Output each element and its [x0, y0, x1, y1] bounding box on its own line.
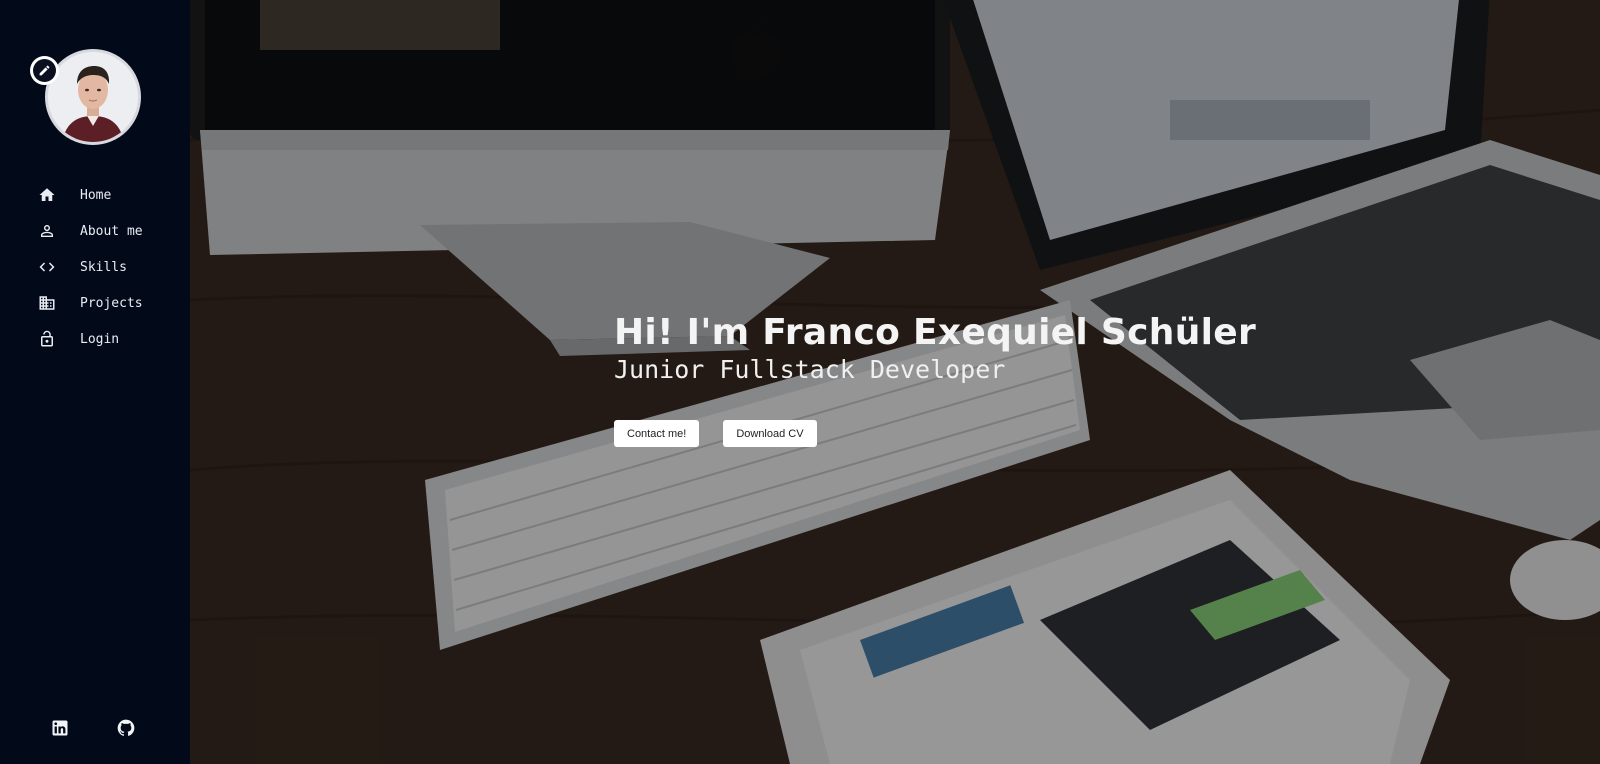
linkedin-icon: [52, 720, 68, 736]
hero-section: Hi! I'm Franco Exequiel Schüler Junior F…: [190, 0, 1600, 764]
github-link[interactable]: [116, 718, 136, 738]
edit-profile-button[interactable]: [30, 56, 59, 85]
download-cv-button[interactable]: Download CV: [723, 420, 817, 447]
code-icon: [38, 258, 56, 276]
home-icon: [38, 186, 56, 204]
hero-text: Hi! I'm Franco Exequiel Schüler Junior F…: [614, 312, 1256, 384]
nav-item-about-me[interactable]: About me: [0, 213, 190, 249]
hero-title: Hi! I'm Franco Exequiel Schüler: [614, 312, 1257, 353]
nav-label-login: Login: [80, 331, 120, 347]
nav-item-login[interactable]: Login: [0, 321, 190, 357]
building-icon: [38, 294, 56, 312]
sidebar: Home About me Skills Projects Login: [0, 0, 190, 764]
nav-label-skills: Skills: [80, 259, 127, 275]
hero-actions: Contact me! Download CV: [614, 420, 817, 447]
nav-label-about-me: About me: [80, 223, 143, 239]
contact-me-button[interactable]: Contact me!: [614, 420, 700, 447]
social-links: [0, 718, 190, 742]
hero-subtitle: Junior Fullstack Developer: [614, 355, 1006, 384]
pencil-icon: [39, 65, 50, 76]
linkedin-link[interactable]: [50, 718, 70, 738]
person-icon: [38, 222, 56, 240]
sidebar-nav: Home About me Skills Projects Login: [0, 177, 190, 357]
nav-item-home[interactable]: Home: [0, 177, 190, 213]
nav-item-projects[interactable]: Projects: [0, 285, 190, 321]
github-icon: [117, 719, 135, 736]
nav-label-projects: Projects: [80, 295, 143, 311]
avatar: [45, 49, 141, 145]
profile-avatar-container: [30, 49, 141, 145]
nav-item-skills[interactable]: Skills: [0, 249, 190, 285]
avatar-photo: [48, 52, 138, 142]
lock-icon: [38, 330, 56, 348]
nav-label-home: Home: [80, 187, 112, 203]
